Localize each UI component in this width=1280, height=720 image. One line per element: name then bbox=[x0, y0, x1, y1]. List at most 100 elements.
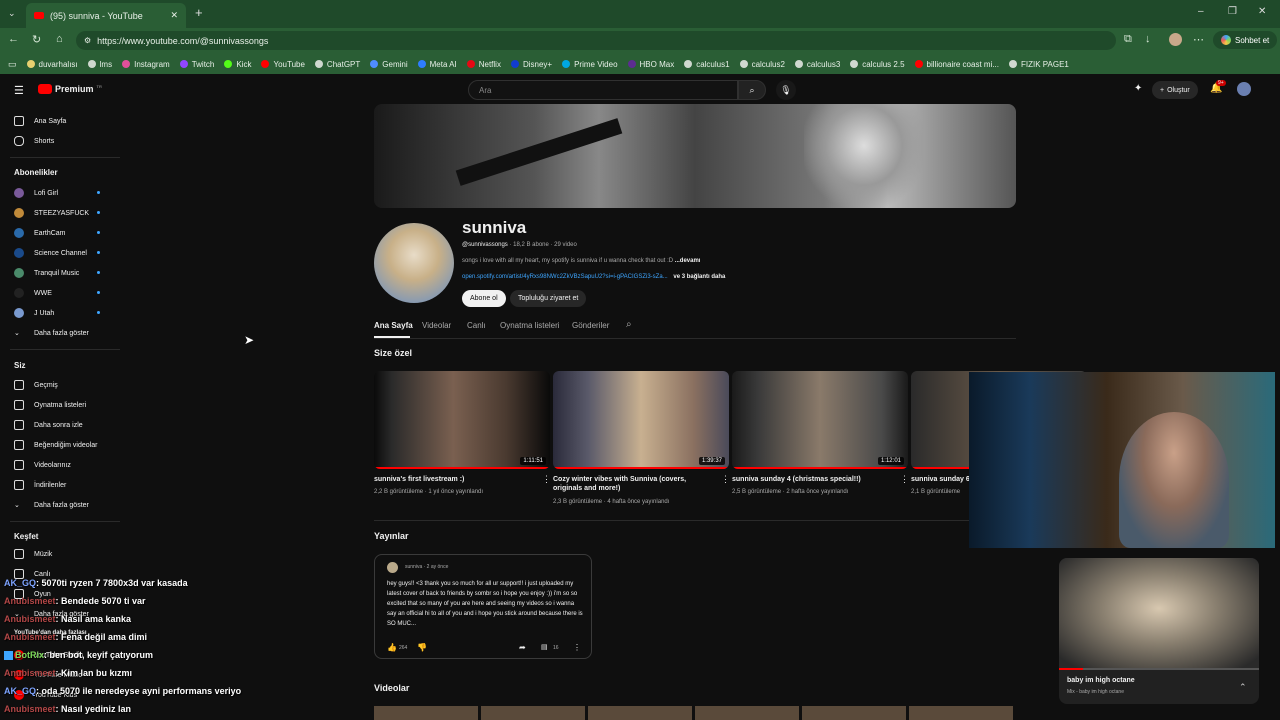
bookmark-item[interactable]: calculus 2.5 bbox=[850, 60, 905, 69]
subscriptions-heading[interactable]: Abonelikler bbox=[14, 168, 58, 177]
show-more-button[interactable]: ⌄ Daha fazla göster bbox=[14, 326, 89, 340]
channel-tab[interactable]: Canlı bbox=[467, 321, 486, 330]
sidebar-item-home[interactable]: Ana Sayfa bbox=[14, 114, 66, 128]
bookmark-item[interactable]: Disney+ bbox=[510, 60, 552, 69]
sidebar-item-library[interactable]: Oynatma listeleri bbox=[14, 398, 86, 412]
profile-avatar[interactable] bbox=[1169, 33, 1182, 46]
channel-search-icon[interactable]: ⌕ bbox=[626, 319, 632, 330]
bookmark-item[interactable]: YouTube bbox=[261, 60, 305, 69]
video-thumbnail[interactable]: 1:39:37 bbox=[553, 371, 729, 469]
bookmark-item[interactable]: FIZIK PAGE1 bbox=[1009, 60, 1069, 69]
you-heading[interactable]: Siz bbox=[14, 361, 26, 370]
channel-description[interactable]: songs i love with all my heart, my spoti… bbox=[462, 258, 700, 264]
sidebar-item-library[interactable]: Geçmiş bbox=[14, 378, 58, 392]
menu-icon[interactable]: ⋯ bbox=[1193, 33, 1204, 46]
browser-tab[interactable]: (95) sunniva - YouTube ✕ bbox=[26, 3, 186, 28]
subscription-avatar bbox=[14, 268, 24, 278]
voice-search-icon[interactable]: 🎙 bbox=[776, 80, 796, 100]
search-input[interactable]: Ara bbox=[468, 80, 738, 100]
bookmark-item[interactable]: Instagram bbox=[122, 60, 170, 69]
community-button[interactable]: Topluluğu ziyaret et bbox=[510, 290, 587, 307]
sidebar-item-library[interactable]: Videolarınız bbox=[14, 458, 71, 472]
sidebar-item-shorts[interactable]: Shorts bbox=[14, 134, 54, 148]
show-more-button[interactable]: ⌄ Daha fazla göster bbox=[14, 498, 89, 512]
sidebar-item-subscription[interactable]: Science Channel bbox=[14, 246, 87, 260]
video-menu-icon[interactable]: ⋮ bbox=[721, 474, 730, 485]
apps-icon[interactable]: ▭ bbox=[8, 59, 17, 70]
video-menu-icon[interactable]: ⋮ bbox=[542, 474, 551, 485]
spotify-link[interactable]: open.spotify.com/artist/4yRxs98NWc2ZkVBz… bbox=[462, 274, 668, 280]
search-button[interactable]: ⌕ bbox=[738, 80, 766, 100]
bookmark-item[interactable]: HBO Max bbox=[627, 60, 674, 69]
downloads-icon[interactable]: ↓ bbox=[1145, 33, 1151, 45]
video-menu-icon[interactable]: ⋮ bbox=[900, 474, 909, 485]
post-author[interactable]: sunniva bbox=[405, 564, 422, 570]
sidebar-item-subscription[interactable]: Lofi Girl bbox=[14, 186, 58, 200]
create-button[interactable]: + Oluştur bbox=[1152, 81, 1198, 99]
sidebar-item-subscription[interactable]: WWE bbox=[14, 286, 52, 300]
mini-player-progress[interactable] bbox=[1059, 668, 1259, 670]
bookmark-label: Prime Video bbox=[574, 59, 618, 69]
tab-search-icon[interactable]: ⌄ bbox=[8, 8, 16, 19]
sidebar-item-subscription[interactable]: STEEZYASFUCK bbox=[14, 206, 89, 220]
new-tab-icon[interactable]: + bbox=[195, 5, 203, 20]
bookmark-item[interactable]: calculus1 bbox=[684, 60, 730, 69]
like-icon[interactable]: 👍 bbox=[387, 643, 397, 652]
bookmark-item[interactable]: Gemini bbox=[370, 60, 408, 69]
video-title[interactable]: sunniva's first livestream :) bbox=[374, 475, 534, 484]
address-bar[interactable]: ⚙ https://www.youtube.com/@sunnivassongs bbox=[76, 31, 1116, 50]
bookmark-item[interactable]: Prime Video bbox=[562, 59, 618, 69]
account-avatar[interactable] bbox=[1237, 82, 1251, 96]
community-post[interactable]: sunniva · 2 ay önce hey guys!! <3 thank … bbox=[374, 554, 592, 659]
bookmark-item[interactable]: calculus2 bbox=[739, 60, 785, 69]
sidebar-item-explore[interactable]: Müzik bbox=[14, 547, 52, 561]
bookmark-item[interactable]: calculus3 bbox=[794, 60, 840, 69]
post-more-icon[interactable]: ⋮ bbox=[573, 643, 581, 652]
video-thumbnail[interactable]: 1:11:51 bbox=[374, 371, 550, 469]
sidebar-item-library[interactable]: İndirilenler bbox=[14, 478, 66, 492]
reload-icon[interactable]: ↻ bbox=[32, 33, 41, 46]
subscribe-button[interactable]: Abone ol bbox=[462, 290, 506, 307]
comments-icon[interactable]: ▤ bbox=[541, 643, 548, 651]
mini-player-expand-icon[interactable]: ⌃ bbox=[1239, 682, 1247, 693]
back-icon[interactable]: ← bbox=[8, 33, 19, 45]
minimize-icon[interactable]: – bbox=[1198, 6, 1204, 17]
window-close-icon[interactable]: ✕ bbox=[1258, 6, 1266, 17]
channel-tab[interactable]: Oynatma listeleri bbox=[500, 321, 560, 330]
subscription-avatar bbox=[14, 228, 24, 238]
extensions-icon[interactable]: ⧉ bbox=[1124, 33, 1132, 46]
sidebar-item-subscription[interactable]: Tranquil Music bbox=[14, 266, 79, 280]
video-thumbnail[interactable]: 1:12:01 bbox=[732, 371, 908, 469]
bookmark-item[interactable]: lms bbox=[87, 60, 112, 69]
bookmark-item[interactable]: Netflix bbox=[466, 60, 501, 69]
home-icon[interactable]: ⌂ bbox=[56, 33, 63, 45]
copilot-button[interactable]: Sohbet et bbox=[1213, 31, 1278, 49]
bookmark-item[interactable]: duvarhalısı bbox=[26, 60, 78, 69]
bookmark-item[interactable]: Twitch bbox=[179, 60, 214, 69]
dislike-icon[interactable]: 👎 bbox=[417, 643, 427, 652]
channel-tab[interactable]: Videolar bbox=[422, 321, 451, 330]
mini-player-title: baby im high octane bbox=[1067, 677, 1135, 684]
sidebar-item-library[interactable]: Beğendiğim videolar bbox=[14, 438, 97, 452]
sidebar-item-library[interactable]: Daha sonra izle bbox=[14, 418, 83, 432]
bookmark-item[interactable]: billionaire coast mi... bbox=[914, 60, 999, 69]
maximize-icon[interactable]: ❐ bbox=[1228, 6, 1237, 17]
sidebar-item-subscription[interactable]: EarthCam bbox=[14, 226, 66, 240]
channel-tab[interactable]: Gönderiler bbox=[572, 321, 609, 330]
gemini-icon[interactable]: ✦ bbox=[1134, 83, 1142, 94]
video-title[interactable]: sunniva sunday 4 (christmas special!!) bbox=[732, 475, 892, 484]
channel-avatar[interactable] bbox=[374, 223, 454, 303]
bookmark-item[interactable]: ChatGPT bbox=[314, 60, 360, 69]
mini-player[interactable]: baby im high octane Mix - baby im high o… bbox=[1059, 558, 1259, 704]
sidebar-item-subscription[interactable]: J Utah bbox=[14, 306, 54, 320]
site-info-icon[interactable]: ⚙ bbox=[84, 36, 91, 45]
bookmark-item[interactable]: Kick bbox=[224, 60, 251, 69]
channel-tab[interactable]: Ana Sayfa bbox=[374, 321, 413, 330]
description-more[interactable]: ...devamı bbox=[675, 258, 701, 264]
more-links[interactable]: ve 3 bağlantı daha bbox=[673, 274, 725, 280]
bookmark-item[interactable]: Meta AI bbox=[417, 60, 457, 69]
video-title[interactable]: Cozy winter vibes with Sunniva (covers, … bbox=[553, 475, 713, 493]
tab-close-icon[interactable]: ✕ bbox=[170, 10, 178, 21]
share-icon[interactable]: ➦ bbox=[519, 643, 526, 652]
mini-player-video[interactable] bbox=[1059, 558, 1259, 670]
